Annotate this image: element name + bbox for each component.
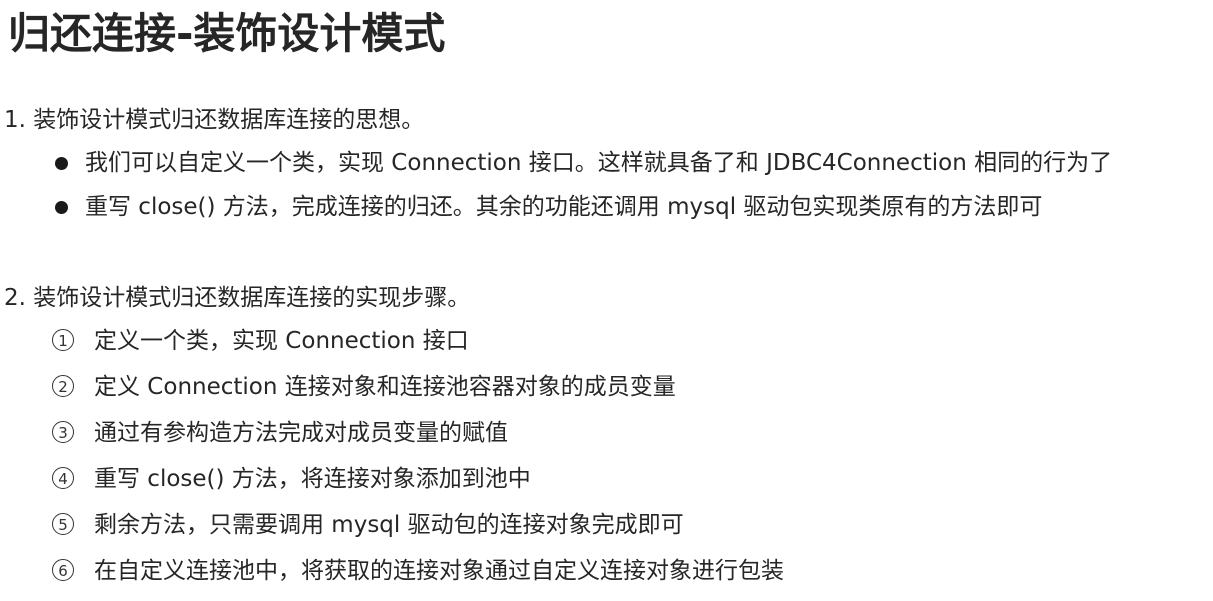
bullet-dot-icon — [55, 201, 68, 214]
bullet-item: 重写 close() 方法，完成连接的归还。其余的功能还调用 mysql 驱动包… — [55, 191, 1112, 235]
circled-number-icon: 4 — [52, 467, 74, 489]
step-text: 定义一个类，实现 Connection 接口 — [94, 328, 469, 354]
step-text: 定义 Connection 连接对象和连接池容器对象的成员变量 — [94, 374, 676, 400]
step-text: 在自定义连接池中，将获取的连接对象通过自定义连接对象进行包装 — [94, 558, 784, 584]
circled-number-icon: 5 — [52, 513, 74, 535]
bullet-dot-icon — [55, 157, 68, 170]
step-item: 2 定义 Connection 连接对象和连接池容器对象的成员变量 — [52, 371, 784, 417]
step-text: 剩余方法，只需要调用 mysql 驱动包的连接对象完成即可 — [94, 512, 684, 538]
concept-bullet-list: 我们可以自定义一个类，实现 Connection 接口。这样就具备了和 JDBC… — [55, 147, 1112, 235]
section-heading-steps: 2. 装饰设计模式归还数据库连接的实现步骤。 — [4, 285, 471, 311]
step-text: 重写 close() 方法，将连接对象添加到池中 — [94, 466, 531, 492]
section-heading-concept: 1. 装饰设计模式归还数据库连接的思想。 — [4, 107, 425, 133]
document-page: 归还连接-装饰设计模式 1. 装饰设计模式归还数据库连接的思想。 我们可以自定义… — [0, 0, 1213, 594]
step-text: 通过有参构造方法完成对成员变量的赋值 — [94, 420, 508, 446]
step-item: 6 在自定义连接池中，将获取的连接对象通过自定义连接对象进行包装 — [52, 555, 784, 601]
step-item: 3 通过有参构造方法完成对成员变量的赋值 — [52, 417, 784, 463]
circled-number-icon: 3 — [52, 421, 74, 443]
circled-number-icon: 6 — [52, 559, 74, 581]
step-item: 5 剩余方法，只需要调用 mysql 驱动包的连接对象完成即可 — [52, 509, 784, 555]
bullet-item: 我们可以自定义一个类，实现 Connection 接口。这样就具备了和 JDBC… — [55, 147, 1112, 191]
circled-number-icon: 1 — [52, 329, 74, 351]
step-item: 4 重写 close() 方法，将连接对象添加到池中 — [52, 463, 784, 509]
implementation-step-list: 1 定义一个类，实现 Connection 接口 2 定义 Connection… — [52, 325, 784, 601]
step-item: 1 定义一个类，实现 Connection 接口 — [52, 325, 784, 371]
page-title: 归还连接-装饰设计模式 — [8, 9, 446, 58]
circled-number-icon: 2 — [52, 375, 74, 397]
bullet-text: 重写 close() 方法，完成连接的归还。其余的功能还调用 mysql 驱动包… — [85, 194, 1043, 220]
bullet-text: 我们可以自定义一个类，实现 Connection 接口。这样就具备了和 JDBC… — [85, 150, 1113, 176]
